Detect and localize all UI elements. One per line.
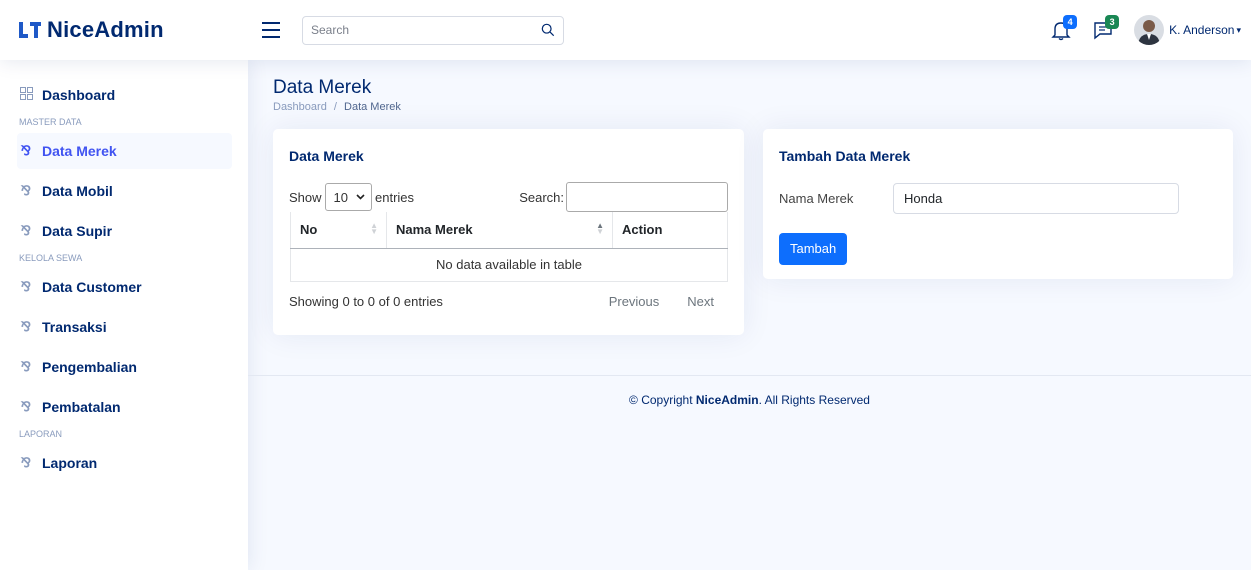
notifications-badge: 4: [1063, 15, 1078, 29]
sidebar-item-dashboard[interactable]: Dashboard: [19, 77, 232, 113]
table-search-label: Search:: [519, 189, 564, 205]
notifications-button[interactable]: 4: [1050, 15, 1078, 41]
sidebar-item-label: Data Customer: [42, 279, 142, 295]
sidebar-toggle-icon[interactable]: [262, 22, 280, 38]
logo-text: NiceAdmin: [47, 17, 164, 42]
messages-badge: 3: [1105, 15, 1120, 29]
logo[interactable]: NiceAdmin: [0, 17, 248, 43]
top-header: NiceAdmin 4 3: [0, 0, 1251, 60]
sidebar: Dashboard MASTER DATA ⅋ Data Merek ⅋ Dat…: [0, 60, 248, 570]
sidebar-item-label: Dashboard: [42, 87, 116, 103]
entries-length-value: 10: [333, 189, 348, 205]
entries-length-select[interactable]: 10: [324, 183, 372, 211]
person-icon: ⅋: [20, 223, 32, 238]
sidebar-item-label: Transaksi: [42, 319, 107, 335]
tambah-merek-card: Tambah Data Merek Nama Merek Honda Tamba…: [763, 129, 1233, 279]
sidebar-item-data-mobil[interactable]: ⅋ Data Mobil: [19, 173, 232, 209]
person-icon: ⅋: [20, 279, 32, 294]
person-icon: ⅋: [20, 319, 32, 334]
sidebar-item-pembatalan[interactable]: ⅋ Pembatalan: [19, 389, 232, 425]
column-header-label: Action: [622, 222, 663, 238]
person-icon: ⅋: [20, 183, 32, 198]
column-header-nama-merek[interactable]: Nama Merek ▲ ▼: [386, 212, 613, 249]
person-icon: ⅋: [20, 359, 32, 374]
sort-icon: ▲ ▼: [370, 221, 378, 236]
person-icon: ⅋: [20, 143, 32, 158]
tambah-button[interactable]: Tambah: [779, 233, 848, 265]
logo-mark-icon: [19, 20, 41, 40]
show-label: Show: [289, 189, 322, 205]
breadcrumb-separator: /: [333, 101, 337, 113]
sidebar-item-laporan[interactable]: ⅋ Laporan: [19, 445, 232, 481]
nama-merek-field[interactable]: Honda: [893, 183, 1179, 214]
nav-heading-sewa: KELOLA SEWA: [19, 253, 83, 263]
table-search-input[interactable]: [566, 182, 728, 212]
nav-heading-laporan: LAPORAN: [19, 429, 63, 439]
sidebar-item-data-supir[interactable]: ⅋ Data Supir: [19, 213, 232, 249]
search-input[interactable]: [311, 23, 541, 37]
search-bar: [302, 15, 564, 45]
pagination: Previous Next: [595, 294, 728, 309]
profile-name: K. Anderson: [1169, 23, 1235, 37]
avatar: [1134, 15, 1165, 45]
sidebar-item-label: Pengembalian: [42, 359, 137, 375]
column-header-action: Action: [612, 212, 728, 249]
sort-asc-icon: ▲ ▼: [596, 221, 604, 236]
column-header-label: No: [300, 222, 318, 238]
data-merek-card: Data Merek Show 10 entries Search: No ▲ ▼: [273, 129, 744, 335]
sidebar-item-transaksi[interactable]: ⅋ Transaksi: [19, 309, 232, 345]
main-content: Data Merek Dashboard / Data Merek Data M…: [273, 60, 1233, 335]
chevron-down-icon: [356, 194, 365, 200]
card-title: Tambah Data Merek: [779, 148, 911, 164]
sidebar-item-label: Data Supir: [42, 223, 113, 239]
page-title: Data Merek: [273, 77, 372, 98]
next-button[interactable]: Next: [673, 294, 728, 309]
footer-prefix: © Copyright: [629, 393, 696, 407]
person-icon: ⅋: [20, 399, 32, 414]
breadcrumb-current: Data Merek: [344, 101, 401, 113]
card-title: Data Merek: [289, 148, 364, 164]
grid-icon: [19, 87, 33, 103]
search-icon[interactable]: [541, 23, 555, 37]
sidebar-item-pengembalian[interactable]: ⅋ Pengembalian: [19, 349, 232, 385]
footer: © Copyright NiceAdmin. All Rights Reserv…: [248, 393, 1251, 407]
footer-divider: [248, 375, 1251, 376]
data-merek-table: No ▲ ▼ Nama Merek ▲ ▼ Action No data avail…: [290, 212, 728, 282]
sidebar-item-label: Data Mobil: [42, 183, 113, 199]
breadcrumb: Dashboard / Data Merek: [273, 101, 1233, 113]
sidebar-item-data-customer[interactable]: ⅋ Data Customer: [19, 269, 232, 305]
empty-table-message: No data available in table: [290, 248, 728, 282]
sidebar-item-label: Pembatalan: [42, 399, 121, 415]
column-header-label: Nama Merek: [396, 222, 473, 238]
messages-button[interactable]: 3: [1092, 15, 1120, 41]
table-row: No data available in table: [290, 248, 728, 282]
column-header-no[interactable]: No ▲ ▼: [290, 212, 387, 249]
breadcrumb-home[interactable]: Dashboard: [273, 101, 327, 113]
previous-button[interactable]: Previous: [595, 294, 674, 309]
entries-label: entries: [375, 189, 415, 205]
nav-heading-master: MASTER DATA: [19, 117, 82, 127]
sidebar-item-data-merek[interactable]: ⅋ Data Merek: [17, 133, 232, 169]
profile-menu[interactable]: K. Anderson ▾: [1134, 15, 1241, 45]
table-info: Showing 0 to 0 of 0 entries: [289, 293, 443, 309]
sidebar-item-label: Data Merek: [42, 143, 117, 159]
sidebar-item-label: Laporan: [42, 455, 98, 471]
footer-suffix: . All Rights Reserved: [758, 393, 870, 407]
chevron-down-icon: ▾: [1236, 24, 1241, 35]
nama-merek-label: Nama Merek: [779, 191, 854, 206]
footer-brand: NiceAdmin: [695, 393, 759, 407]
person-icon: ⅋: [20, 455, 32, 470]
